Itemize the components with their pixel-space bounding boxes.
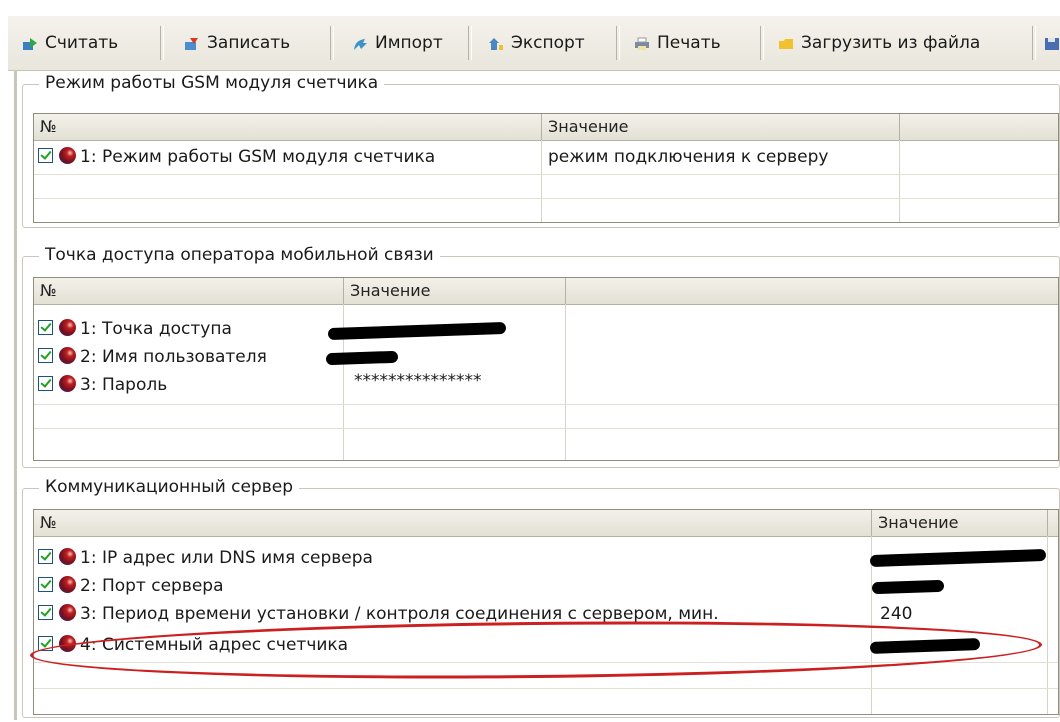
row-label: 2: Имя пользователя <box>80 347 267 367</box>
row-checkbox[interactable] <box>38 549 53 564</box>
toolbar-separator <box>330 26 334 60</box>
top-strip <box>0 0 1060 14</box>
grid-line <box>34 198 1058 199</box>
row-value[interactable]: *************** <box>354 368 482 394</box>
col-header-no[interactable]: № <box>34 114 542 140</box>
row-label: 1: IP адрес или DNS имя сервера <box>80 548 373 568</box>
row-checkbox[interactable] <box>38 605 53 620</box>
read-label: Считать <box>45 33 119 53</box>
print-label: Печать <box>657 33 721 53</box>
server-group-title: Коммуникационный сервер <box>39 476 300 498</box>
gsm-mode-grid: № Значение 1: Режим работы GSM модуля сч… <box>33 113 1059 223</box>
grid-line <box>34 428 1058 429</box>
row-label: 3: Пароль <box>80 375 168 395</box>
toolbar-separator <box>160 26 164 60</box>
write-button[interactable]: Записать <box>184 26 290 60</box>
export-button[interactable]: Экспорт <box>488 26 585 60</box>
row-checkbox[interactable] <box>38 376 53 391</box>
apn-grid: № Значение 1: Точка доступа 2: Имя польз… <box>33 277 1059 461</box>
gsm-mode-group-title: Режим работы GSM модуля счетчика <box>39 72 385 94</box>
panel-edge <box>14 70 17 720</box>
row-checkbox[interactable] <box>38 320 53 335</box>
grid-header: № Значение <box>34 278 1058 305</box>
read-button[interactable]: Считать <box>22 26 118 60</box>
row-checkbox[interactable] <box>38 577 53 592</box>
read-icon <box>22 36 38 50</box>
col-header-value[interactable]: Значение <box>344 278 566 304</box>
toolbar-separator <box>616 26 620 60</box>
table-row[interactable]: 2: Имя пользователя <box>34 344 1058 370</box>
row-label: 2: Порт сервера <box>80 576 224 596</box>
folder-icon <box>778 36 794 50</box>
status-ball-icon <box>59 548 76 565</box>
load-from-file-button[interactable]: Загрузить из файла <box>778 26 980 60</box>
status-ball-icon <box>59 347 76 364</box>
import-icon <box>352 36 368 50</box>
redaction-mark <box>871 579 945 595</box>
export-label: Экспорт <box>511 33 585 53</box>
col-header-no[interactable]: № <box>34 278 344 304</box>
export-icon <box>488 36 504 50</box>
apn-group-title: Точка доступа оператора мобильной связи <box>39 244 440 266</box>
print-button[interactable]: Печать <box>634 26 721 60</box>
apn-group: Точка доступа оператора мобильной связи … <box>22 244 1060 468</box>
redaction-mark <box>327 321 507 341</box>
table-row[interactable]: 1: Точка доступа <box>34 316 1058 342</box>
gsm-mode-group: Режим работы GSM модуля счетчика № Значе… <box>22 72 1060 228</box>
write-icon <box>184 36 200 50</box>
row-value[interactable]: 240 <box>880 601 912 627</box>
toolbar: Считать Записать Импорт Экспорт Печать З… <box>8 16 1060 71</box>
grid-line <box>34 688 1058 689</box>
grid-line <box>34 404 1058 405</box>
row-label: 1: Режим работы GSM модуля счетчика <box>80 147 436 167</box>
col-header-value[interactable]: Значение <box>542 114 900 140</box>
toolbar-separator <box>1032 26 1036 60</box>
server-grid: № Значение 1: IP адрес или DNS имя серве… <box>33 509 1059 715</box>
row-label: 1: Точка доступа <box>80 319 232 339</box>
server-group: Коммуникационный сервер № Значение 1: IP… <box>22 476 1060 718</box>
table-row[interactable]: 1: Режим работы GSM модуля счетчика режи… <box>34 144 1058 170</box>
row-checkbox[interactable] <box>38 148 53 163</box>
status-ball-icon <box>59 319 76 336</box>
col-header-value[interactable]: Значение <box>872 510 1048 536</box>
col-header-no[interactable]: № <box>34 510 872 536</box>
grid-header: № Значение <box>34 510 1058 537</box>
status-ball-icon <box>59 375 76 392</box>
table-row[interactable]: 2: Порт сервера <box>34 573 1058 599</box>
save-button[interactable] <box>1044 26 1060 60</box>
redaction-mark <box>869 548 1047 568</box>
load-from-file-label: Загрузить из файла <box>801 33 981 53</box>
import-button[interactable]: Импорт <box>352 26 443 60</box>
toolbar-separator <box>468 26 472 60</box>
toolbar-separator <box>760 26 764 60</box>
status-ball-icon <box>59 604 76 621</box>
write-label: Записать <box>207 33 291 53</box>
floppy-icon <box>1044 36 1060 50</box>
table-row[interactable]: 3: Пароль *************** <box>34 371 1058 398</box>
grid-header: № Значение <box>34 114 1058 141</box>
print-icon <box>634 36 650 50</box>
table-row[interactable]: 1: IP адрес или DNS имя сервера <box>34 545 1058 571</box>
row-checkbox[interactable] <box>38 348 53 363</box>
status-ball-icon <box>59 576 76 593</box>
import-label: Импорт <box>375 33 443 53</box>
redaction-mark <box>325 350 399 366</box>
status-ball-icon <box>59 147 76 164</box>
grid-line <box>34 174 1058 175</box>
row-value[interactable]: режим подключения к серверу <box>548 144 828 170</box>
